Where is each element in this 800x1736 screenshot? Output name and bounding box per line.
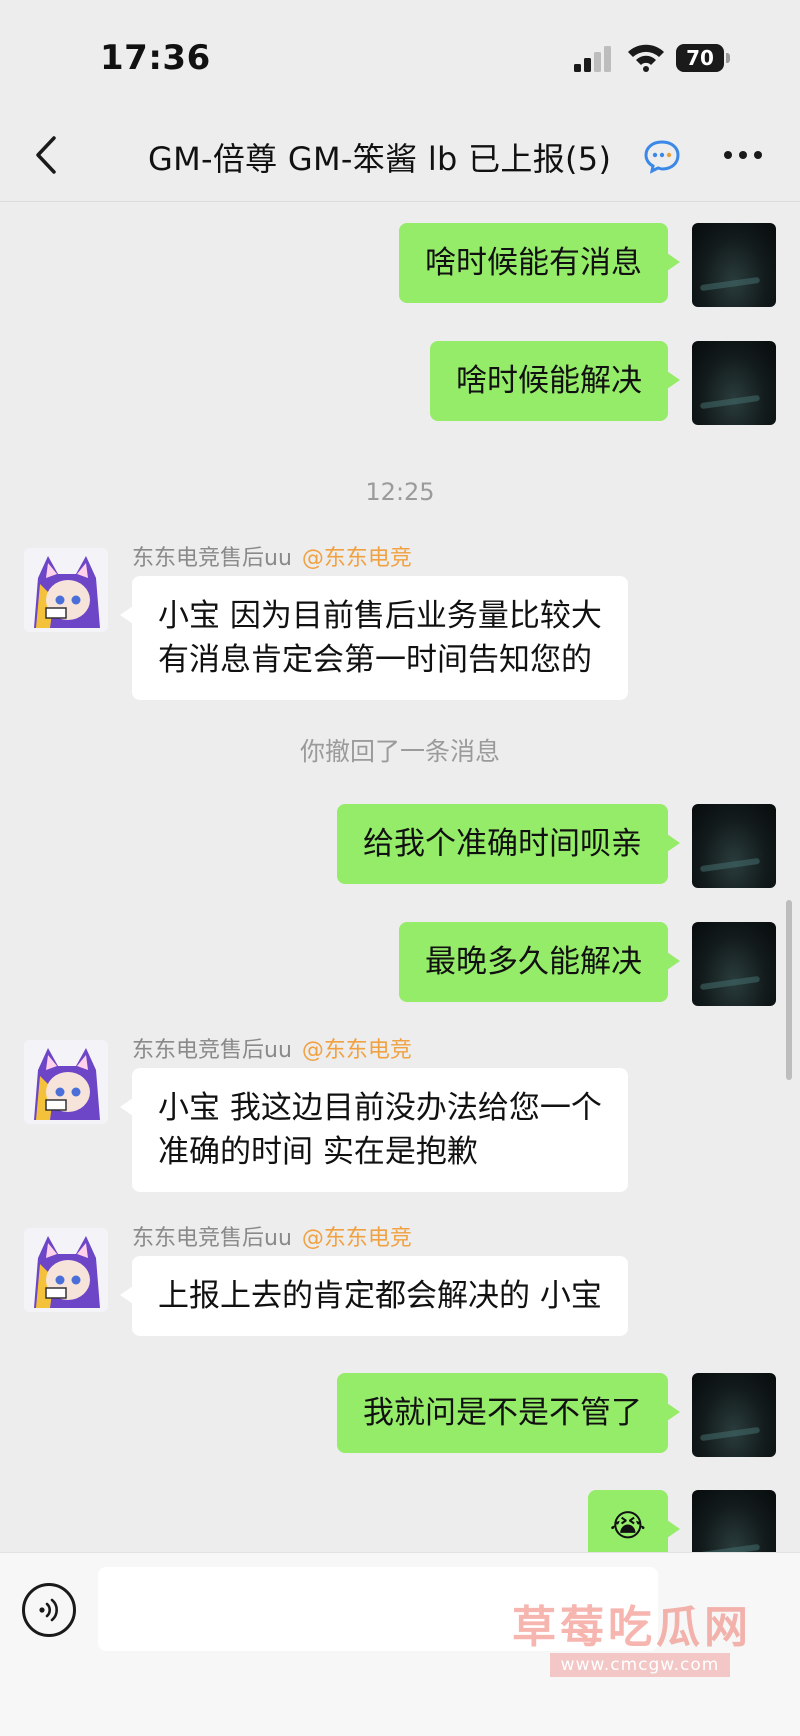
chat-title: GM-倍尊 GM-笨酱 lb 已上报(5) <box>148 140 612 178</box>
received-message-bubble[interactable]: 小宝 因为目前售后业务量比较大 有消息肯定会第一时间告知您的 <box>120 576 628 700</box>
crying-laughing-emoji-icon: 😭 <box>609 1508 646 1544</box>
scrollbar[interactable] <box>786 900 792 1080</box>
sender-tag[interactable]: @东东电竞 <box>302 546 412 571</box>
received-message-bubble[interactable]: 小宝 我这边目前没办法给您一个 准确的时间 实在是抱歉 <box>120 1068 628 1192</box>
my-avatar[interactable] <box>692 922 776 1006</box>
site-watermark: 草莓吃瓜网 <box>512 1602 752 1653</box>
message-text-line: 准确的时间 实在是抱歉 <box>158 1134 478 1170</box>
my-avatar[interactable] <box>692 223 776 307</box>
back-chevron-icon[interactable] <box>28 130 68 180</box>
sender-tag[interactable]: @东东电竞 <box>302 1226 412 1251</box>
status-time: 17:36 <box>100 38 211 78</box>
message-text: 上报上去的肯定都会解决的 小宝 <box>158 1278 602 1314</box>
sent-message-bubble[interactable]: 给我个准确时间呗亲 <box>337 804 680 884</box>
site-watermark-url: www.cmcgw.com <box>550 1653 730 1677</box>
sent-message-bubble[interactable]: 我就问是不是不管了 <box>337 1373 680 1453</box>
message-text: 我就问是不是不管了 <box>363 1395 642 1431</box>
sent-message-bubble[interactable]: 啥时候能有消息 <box>399 223 680 303</box>
message-text: 给我个准确时间呗亲 <box>363 826 642 862</box>
cat-hood-avatar-icon <box>24 548 108 632</box>
sender-name-row: 东东电竞售后uu @东东电竞 <box>132 1220 412 1252</box>
service-avatar[interactable] <box>24 548 108 632</box>
chat-bubble-badge-icon[interactable] <box>642 136 682 176</box>
message-text: 最晚多久能解决 <box>425 944 642 980</box>
status-bar: 17:36 70 <box>0 0 800 110</box>
recalled-message-note: 你撤回了一条消息 <box>299 737 500 766</box>
sent-message-bubble[interactable]: 最晚多久能解决 <box>399 922 680 1002</box>
message-text-line: 小宝 因为目前售后业务量比较大 <box>158 598 602 634</box>
battery-level: 70 <box>676 44 724 72</box>
sender-name-row: 东东电竞售后uu @东东电竞 <box>132 540 412 572</box>
sender-name-row: 东东电竞售后uu @东东电竞 <box>132 1032 412 1064</box>
service-avatar[interactable] <box>24 1228 108 1312</box>
service-avatar[interactable] <box>24 1040 108 1124</box>
cellular-signal-icon <box>574 46 611 72</box>
more-options-icon[interactable] <box>718 138 768 172</box>
chat-header: GM-倍尊 GM-笨酱 lb 已上报(5) <box>0 110 800 202</box>
cat-hood-avatar-icon <box>24 1228 108 1312</box>
wifi-icon <box>628 44 664 72</box>
message-text-line: 小宝 我这边目前没办法给您一个 <box>158 1090 602 1126</box>
sent-message-bubble[interactable]: 啥时候能解决 <box>430 341 680 421</box>
sender-name: 东东电竞售后uu <box>132 1226 292 1251</box>
sender-name: 东东电竞售后uu <box>132 546 292 571</box>
my-avatar[interactable] <box>692 804 776 888</box>
message-text-line: 有消息肯定会第一时间告知您的 <box>158 642 592 678</box>
voice-waves-icon <box>39 1598 58 1622</box>
sender-tag[interactable]: @东东电竞 <box>302 1038 412 1063</box>
cat-hood-avatar-icon <box>24 1040 108 1124</box>
message-timestamp: 12:25 <box>365 478 435 506</box>
message-text: 啥时候能有消息 <box>425 245 642 281</box>
received-message-bubble[interactable]: 上报上去的肯定都会解决的 小宝 <box>120 1256 628 1336</box>
message-text: 啥时候能解决 <box>456 363 642 399</box>
my-avatar[interactable] <box>692 1373 776 1457</box>
input-bar: 草莓吃瓜网 www.cmcgw.com <box>0 1552 800 1736</box>
battery-icon: 70 <box>676 44 730 72</box>
voice-input-button[interactable] <box>22 1583 76 1637</box>
sender-name: 东东电竞售后uu <box>132 1038 292 1063</box>
my-avatar[interactable] <box>692 341 776 425</box>
